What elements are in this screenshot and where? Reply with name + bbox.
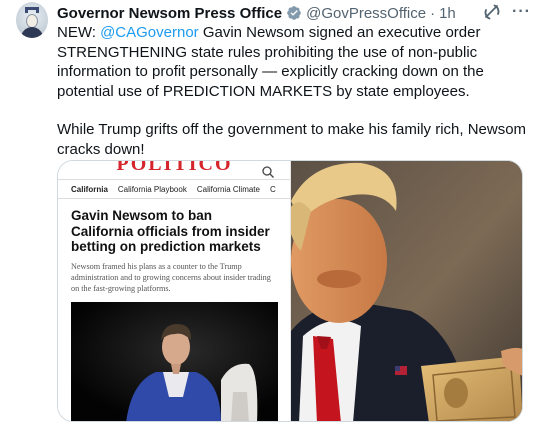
tweet[interactable]: Governor Newsom Press Office @GovPressOf… xyxy=(0,0,540,431)
newsom-photo-illustration xyxy=(71,302,278,421)
article-nav: California California Playbook Californi… xyxy=(58,179,290,199)
search-icon xyxy=(262,166,274,178)
avatar-face xyxy=(26,14,38,28)
nav-item: C xyxy=(269,184,276,194)
nav-item: California Playbook xyxy=(117,184,187,194)
article-photo xyxy=(71,302,278,421)
politico-logo: POLITICO xyxy=(116,161,233,175)
tweet-prefix: NEW: xyxy=(57,24,101,41)
article-dek: Newsom framed his plans as a counter to … xyxy=(71,262,271,293)
more-icon[interactable]: ··· xyxy=(512,4,531,20)
tweet-text: NEW: @CAGovernor Gavin Newsom signed an … xyxy=(57,23,527,160)
trump-photo-illustration xyxy=(291,161,522,421)
separator-dot: · xyxy=(430,4,436,22)
tweet-header: Governor Newsom Press Office @GovPressOf… xyxy=(57,3,456,23)
tweet-paragraph-1: NEW: @CAGovernor Gavin Newsom signed an … xyxy=(57,23,527,101)
avatar[interactable] xyxy=(16,2,48,38)
nav-item: California Climate xyxy=(196,184,260,194)
nav-item: California xyxy=(71,184,108,194)
media-grid: POLITICO California California Playbook … xyxy=(57,160,523,422)
article-screenshot-image[interactable]: POLITICO California California Playbook … xyxy=(58,161,291,421)
verified-badge-icon xyxy=(287,6,301,20)
user-handle[interactable]: @GovPressOffice xyxy=(306,5,426,22)
timestamp[interactable]: 1h xyxy=(439,5,456,22)
avatar-shoulders xyxy=(21,27,43,38)
article-headline: Gavin Newsom to ban California officials… xyxy=(71,208,270,254)
mention-link[interactable]: @CAGovernor xyxy=(100,24,199,41)
grok-icon[interactable] xyxy=(482,2,502,22)
display-name[interactable]: Governor Newsom Press Office xyxy=(57,5,282,22)
avatar-crest xyxy=(25,7,39,13)
trump-photo-image[interactable] xyxy=(291,161,522,421)
header-actions: ··· xyxy=(482,2,531,22)
tweet-paragraph-2: While Trump grifts off the government to… xyxy=(57,121,527,158)
